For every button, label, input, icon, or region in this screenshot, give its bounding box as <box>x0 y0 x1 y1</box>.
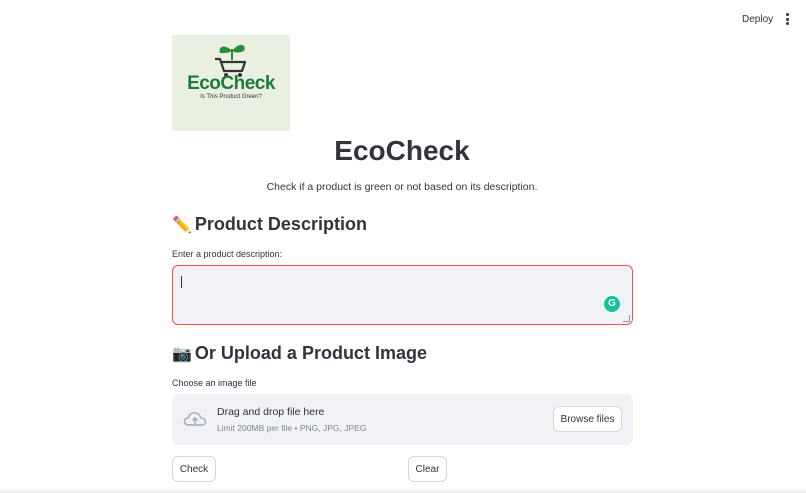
product-description-heading-text: Product Description <box>194 214 367 234</box>
upload-image-heading: 📷 Or Upload a Product Image <box>172 343 427 364</box>
dropzone-limit-text: Limit 200MB per file • PNG, JPG, JPEG <box>217 423 367 433</box>
logo-tagline: Is This Product Green? <box>200 94 262 100</box>
page-title: EcoCheck <box>334 135 470 166</box>
text-cursor <box>181 276 182 288</box>
description-textarea[interactable] <box>173 266 632 324</box>
upload-image-heading-text: Or Upload a Product Image <box>194 343 427 363</box>
bottom-edge <box>0 488 806 493</box>
resize-handle[interactable] <box>623 315 630 322</box>
vertical-ellipsis-icon[interactable] <box>782 12 792 28</box>
deploy-button[interactable]: Deploy <box>736 12 779 27</box>
camera-icon: 📷 <box>172 345 192 363</box>
file-uploader-label: Choose an image file <box>172 378 257 388</box>
dropzone-instruction: Drag and drop file here <box>217 406 325 418</box>
file-dropzone[interactable]: Drag and drop file here Limit 200MB per … <box>172 394 633 445</box>
product-description-heading: ✏️ Product Description <box>172 214 367 235</box>
description-input-label: Enter a product description: <box>172 249 283 259</box>
cloud-upload-icon <box>183 412 207 426</box>
app-logo: EcoCheck Is This Product Green? <box>172 35 290 131</box>
pencil-icon: ✏️ <box>172 216 192 234</box>
page-subtitle: Check if a product is green or not based… <box>266 181 538 193</box>
check-button[interactable]: Check <box>172 456 216 482</box>
grammarly-icon[interactable]: G <box>604 296 620 312</box>
browse-files-button[interactable]: Browse files <box>553 406 622 432</box>
top-toolbar: Deploy <box>0 0 806 40</box>
clear-button[interactable]: Clear <box>408 456 447 482</box>
logo-title: EcoCheck <box>187 73 275 94</box>
description-input-container: G <box>172 265 633 325</box>
